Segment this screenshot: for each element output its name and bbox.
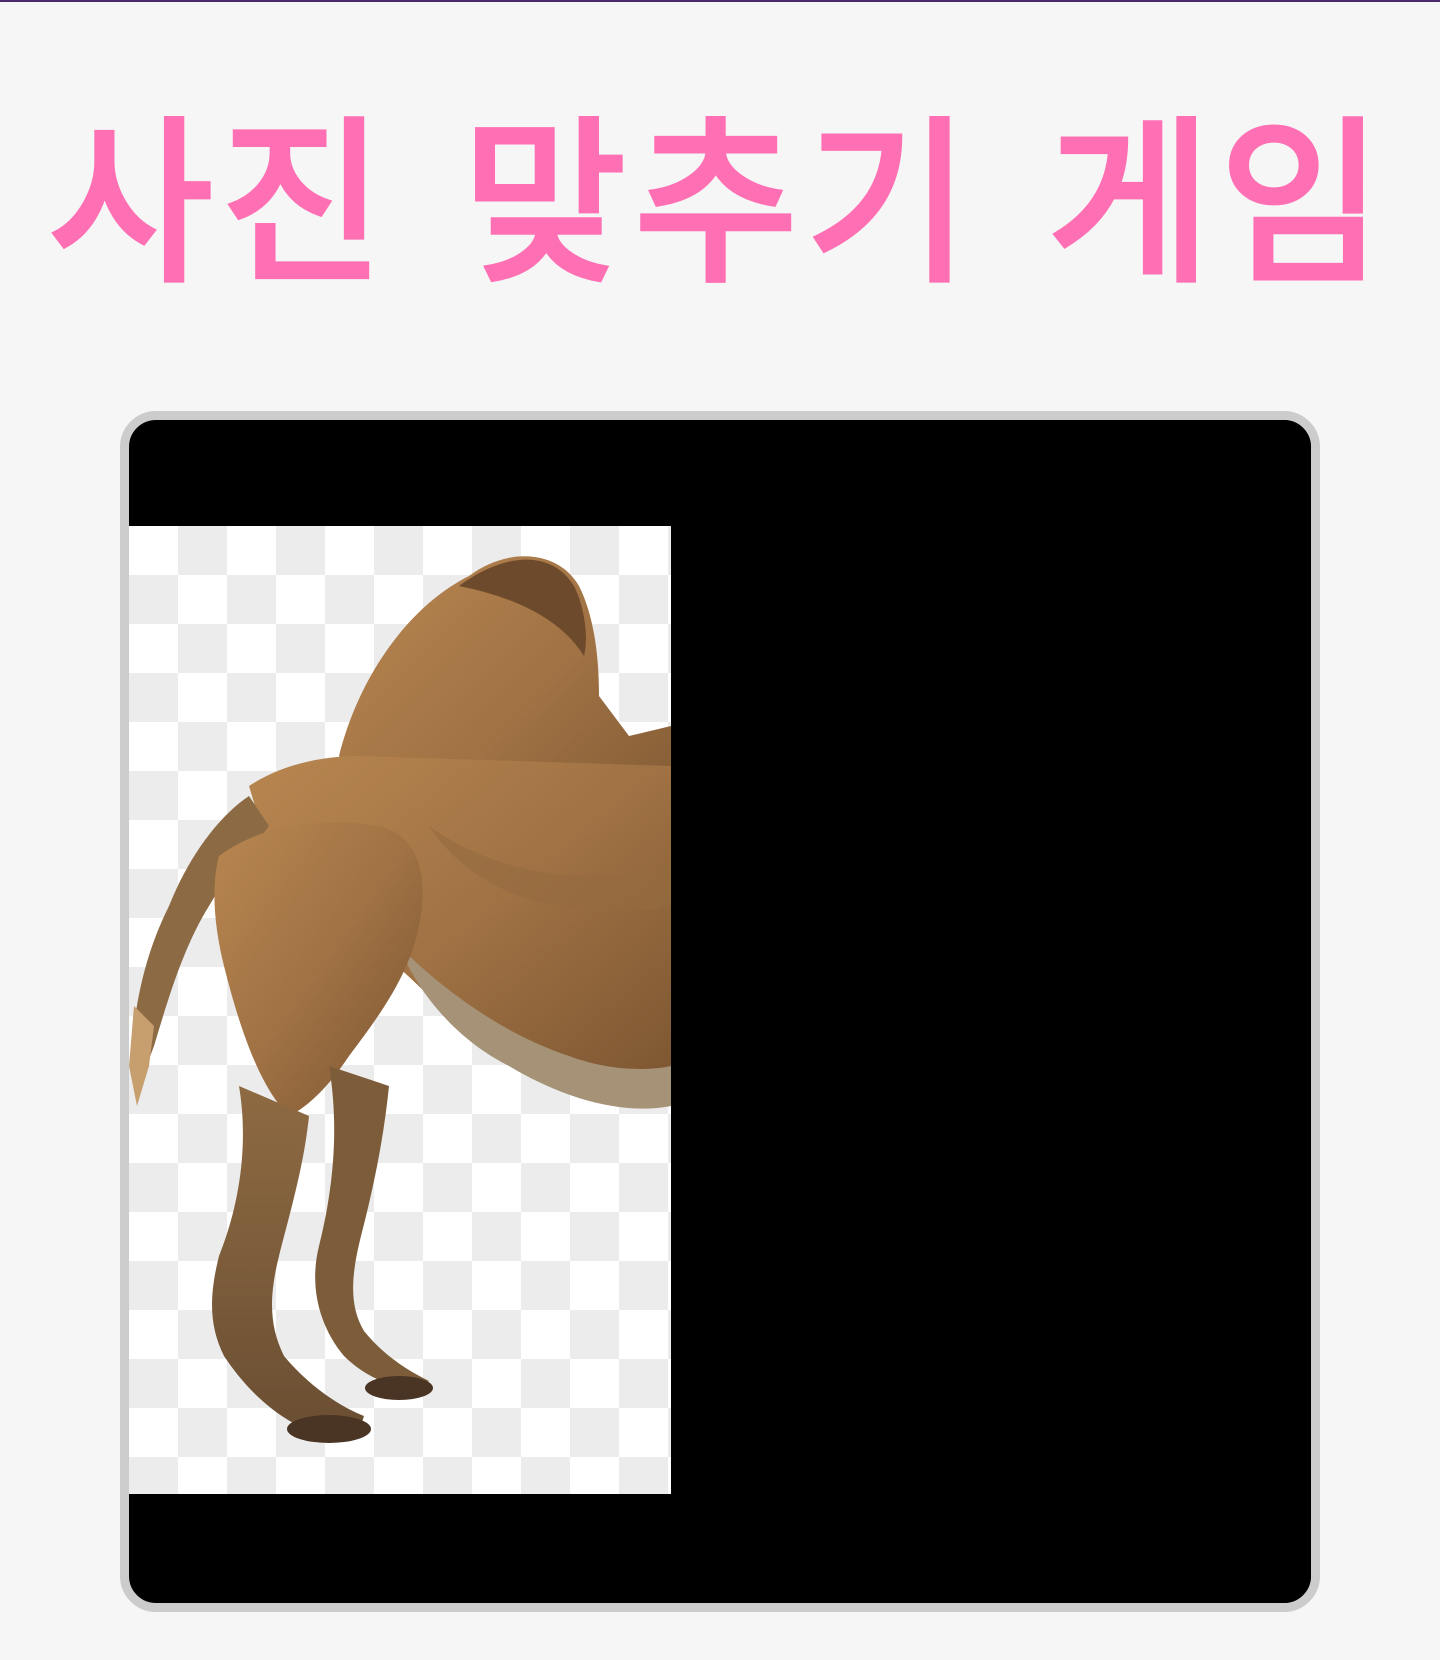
revealed-photo-piece[interactable] <box>129 526 671 1494</box>
puzzle-board[interactable] <box>120 411 1320 1612</box>
game-title: 사진 맞추기 게임 <box>48 101 1392 308</box>
hidden-photo-area[interactable] <box>671 420 1311 1603</box>
camel-icon <box>129 556 671 1443</box>
top-accent-line <box>0 0 1440 2</box>
